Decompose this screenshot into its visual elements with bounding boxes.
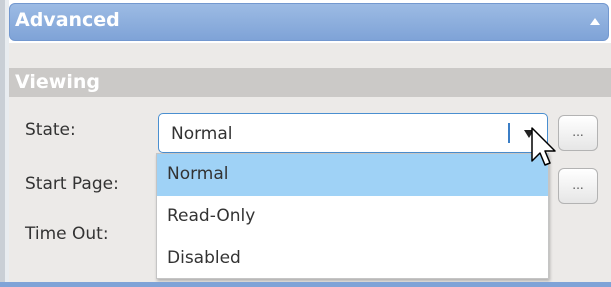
- state-dropdown-list: Normal Read-Only Disabled: [156, 153, 549, 279]
- viewing-section-title: Viewing: [15, 71, 100, 93]
- advanced-section-header[interactable]: Advanced: [9, 3, 609, 41]
- advanced-section-title: Advanced: [15, 9, 120, 31]
- state-select-value: Normal: [171, 124, 233, 144]
- start-page-more-button[interactable]: ...: [558, 168, 598, 204]
- state-select[interactable]: Normal: [158, 113, 548, 153]
- dropdown-option-disabled[interactable]: Disabled: [157, 238, 548, 280]
- viewing-section-header: Viewing: [9, 68, 611, 97]
- bottom-section-header-edge: [0, 282, 611, 287]
- time-out-label: Time Out:: [25, 224, 109, 244]
- mouse-pointer-icon: [531, 127, 556, 166]
- text-caret: [508, 123, 510, 143]
- dropdown-option-read-only[interactable]: Read-Only: [157, 196, 548, 238]
- collapse-triangle-icon[interactable]: [588, 15, 602, 29]
- start-page-label: Start Page:: [25, 174, 119, 194]
- state-label: State:: [25, 120, 76, 140]
- state-more-button[interactable]: ...: [558, 115, 598, 151]
- dropdown-option-normal[interactable]: Normal: [157, 154, 548, 196]
